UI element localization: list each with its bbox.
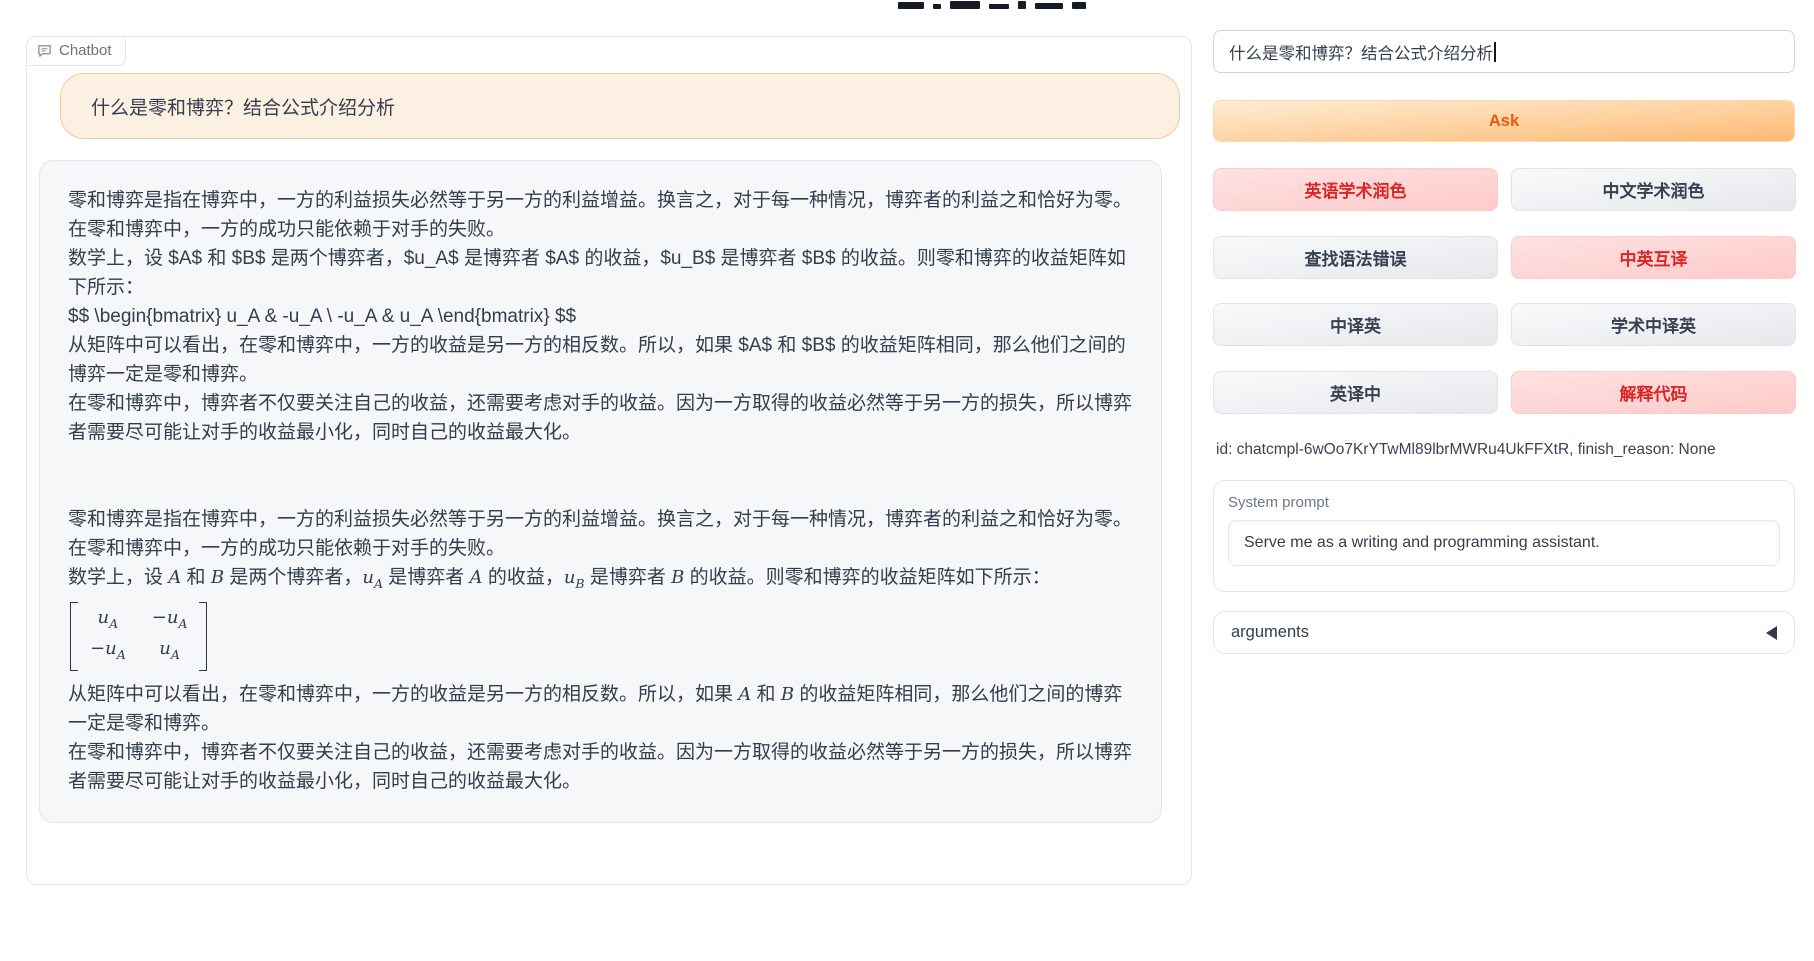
math-sub: B: [575, 576, 584, 591]
matrix-cell: uA: [159, 636, 180, 667]
bot-paragraph: 零和博弈是指在博弈中，一方的利益损失必然等于另一方的利益增益。换言之，对于每一种…: [68, 505, 1133, 563]
title-fragment: [933, 4, 941, 9]
math-var: A: [738, 684, 751, 705]
math-var: A: [168, 567, 181, 588]
chatbot-label-text: Chatbot: [59, 42, 112, 59]
math-var: B: [781, 684, 794, 705]
title-fragment: [1035, 3, 1063, 9]
matrix-right-bracket: [199, 602, 207, 672]
matrix-left-bracket: [70, 602, 78, 672]
matrix-cell: −uA: [152, 605, 188, 636]
message-section-gap: [68, 447, 1133, 505]
bot-paragraph-with-math: 数学上，设 A 和 B 是两个博弈者，uA 是博弈者 A 的收益，uB 是博弈者…: [68, 563, 1133, 598]
chat-bubble-icon: [37, 43, 52, 58]
math-var: A: [470, 567, 483, 588]
system-prompt-block: System prompt: [1213, 480, 1795, 592]
payoff-matrix: uA −uA −uA uA: [70, 602, 207, 672]
math-var: B: [671, 567, 684, 588]
button-zh-en-mutual-translate[interactable]: 中英互译: [1511, 236, 1796, 279]
button-en-to-zh[interactable]: 英译中: [1213, 371, 1498, 414]
math-sub: A: [374, 576, 383, 591]
bot-paragraph: 在零和博弈中，博弈者不仅要关注自己的收益，还需要考虑对手的收益。因为一方取得的收…: [68, 389, 1133, 447]
math-var: u: [564, 567, 576, 588]
system-prompt-label: System prompt: [1228, 494, 1780, 511]
bot-paragraph: 零和博弈是指在博弈中，一方的利益损失必然等于另一方的利益增益。换言之，对于每一种…: [68, 186, 1133, 244]
arguments-accordion-label: arguments: [1231, 623, 1309, 642]
title-fragment: [1018, 1, 1026, 9]
user-message-text: 什么是零和博弈？结合公式介绍分析: [91, 93, 395, 120]
bot-paragraph-latex-source: $$ \begin{bmatrix} u_A & -u_A \ -u_A & u…: [68, 302, 1133, 331]
chatbot-panel: Chatbot 什么是零和博弈？结合公式介绍分析 零和博弈是指在博弈中，一方的利…: [26, 36, 1192, 885]
matrix-cell: −uA: [90, 636, 126, 667]
title-fragment: [898, 2, 924, 9]
chatbot-label: Chatbot: [26, 36, 126, 66]
bot-paragraph: 从矩阵中可以看出，在零和博弈中，一方的收益是另一方的相反数。所以，如果 $A$ …: [68, 331, 1133, 389]
system-prompt-input[interactable]: [1228, 520, 1780, 566]
question-input[interactable]: 什么是零和博弈？结合公式介绍分析: [1213, 30, 1795, 73]
math-var: B: [211, 567, 224, 588]
text-cursor: [1494, 42, 1496, 62]
bot-paragraph: 在零和博弈中，博弈者不仅要关注自己的收益，还需要考虑对手的收益。因为一方取得的收…: [68, 738, 1133, 796]
math-var: u: [362, 567, 374, 588]
user-message: 什么是零和博弈？结合公式介绍分析: [60, 73, 1180, 139]
ask-button[interactable]: Ask: [1213, 100, 1795, 142]
bot-paragraph: 数学上，设 $A$ 和 $B$ 是两个博弈者，$u_A$ 是博弈者 $A$ 的收…: [68, 244, 1133, 302]
response-status-text: id: chatcmpl-6wOo7KrYTwMl89lbrMWRu4UkFFX…: [1216, 441, 1716, 459]
title-fragment: [989, 4, 1009, 9]
bot-message: 零和博弈是指在博弈中，一方的利益损失必然等于另一方的利益增益。换言之，对于每一种…: [39, 160, 1162, 823]
title-fragment: [950, 1, 980, 9]
bot-paragraph-with-math: 从矩阵中可以看出，在零和博弈中，一方的收益是另一方的相反数。所以，如果 A 和 …: [68, 680, 1133, 738]
button-academic-zh-to-en[interactable]: 学术中译英: [1511, 303, 1796, 346]
button-find-grammar-errors[interactable]: 查找语法错误: [1213, 236, 1498, 279]
clipped-page-title: [898, 0, 1086, 9]
button-explain-code[interactable]: 解释代码: [1511, 371, 1796, 414]
arguments-accordion[interactable]: arguments: [1213, 611, 1795, 654]
question-input-value: 什么是零和博弈？结合公式介绍分析: [1229, 40, 1493, 64]
triangle-left-icon: [1766, 626, 1777, 640]
button-chinese-academic-polish[interactable]: 中文学术润色: [1511, 168, 1796, 211]
matrix-cell: uA: [98, 605, 119, 636]
button-zh-to-en[interactable]: 中译英: [1213, 303, 1498, 346]
title-fragment: [1072, 2, 1086, 9]
button-english-academic-polish[interactable]: 英语学术润色: [1213, 168, 1498, 211]
